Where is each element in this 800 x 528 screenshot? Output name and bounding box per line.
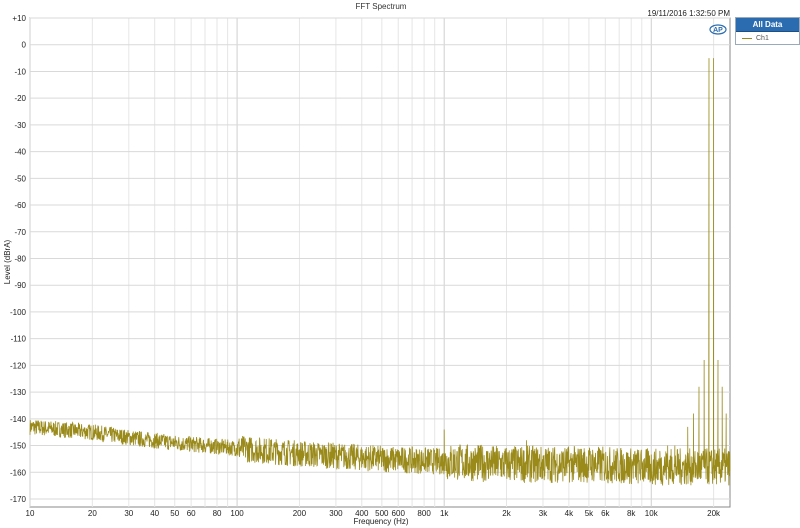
chart-title: FFT Spectrum xyxy=(356,2,407,11)
x-tick-label: 40 xyxy=(150,509,159,518)
y-tick-label: -70 xyxy=(14,228,26,237)
legend-header[interactable]: All Data xyxy=(736,18,799,32)
y-tick-label: -150 xyxy=(10,442,27,451)
x-tick-label: 100 xyxy=(230,509,244,518)
y-tick-label: +10 xyxy=(12,14,26,23)
svg-text:AP: AP xyxy=(713,27,723,34)
y-axis-label: Level (dBrA) xyxy=(3,239,12,284)
x-tick-label: 10 xyxy=(26,509,35,518)
x-tick-label: 20 xyxy=(88,509,97,518)
x-tick-label: 8k xyxy=(627,509,636,518)
y-tick-label: -30 xyxy=(14,121,26,130)
legend-item-label: Ch1 xyxy=(756,34,769,42)
y-tick-label: -80 xyxy=(14,254,26,263)
y-tick-labels: +10 0 -10 -20 -30 -40 -50 -60 -70 -80 -90 -100 -110 -… xyxy=(10,14,27,504)
legend-panel[interactable]: All Data Ch1 xyxy=(735,17,800,45)
x-tick-label: 2k xyxy=(502,509,511,518)
x-tick-label: 3k xyxy=(539,509,548,518)
y-tick-label: -120 xyxy=(10,361,27,370)
x-tick-label: 4k xyxy=(565,509,574,518)
x-tick-label: 20k xyxy=(707,509,721,518)
y-tick-label: -50 xyxy=(14,174,26,183)
x-tick-label: 60 xyxy=(187,509,196,518)
x-tick-label: 6k xyxy=(601,509,610,518)
x-tick-label: 1k xyxy=(440,509,449,518)
y-tick-label: -60 xyxy=(14,201,26,210)
x-tick-label: 5k xyxy=(585,509,594,518)
x-tick-label: 30 xyxy=(124,509,133,518)
y-tick-label: -10 xyxy=(14,67,26,76)
x-tick-label: 10k xyxy=(645,509,659,518)
x-tick-label: 800 xyxy=(417,509,431,518)
legend-swatch xyxy=(742,37,752,39)
timestamp: 19/11/2016 1:32:50 PM xyxy=(647,9,730,18)
x-tick-label: 300 xyxy=(329,509,343,518)
y-tick-label: -130 xyxy=(10,388,27,397)
y-tick-label: -40 xyxy=(14,148,26,157)
x-axis-label: Frequency (Hz) xyxy=(353,517,408,526)
fft-chart: FFT Spectrum 19/11/2016 1:32:50 PM +10 0 -… xyxy=(3,2,731,526)
y-tick-label: -100 xyxy=(10,308,27,317)
y-tick-label: 0 xyxy=(22,41,27,50)
y-tick-label: -110 xyxy=(11,335,27,344)
legend-item-ch1[interactable]: Ch1 xyxy=(736,32,799,44)
y-tick-label: -140 xyxy=(10,415,27,424)
y-tick-label: -170 xyxy=(10,495,27,504)
y-tick-label: -20 xyxy=(14,94,26,103)
y-tick-label: -90 xyxy=(14,281,26,290)
x-tick-label: 80 xyxy=(213,509,222,518)
ap-logo-icon: AP xyxy=(709,24,727,35)
x-tick-label: 50 xyxy=(170,509,179,518)
x-tick-label: 200 xyxy=(293,509,307,518)
y-tick-label: -160 xyxy=(10,468,27,477)
